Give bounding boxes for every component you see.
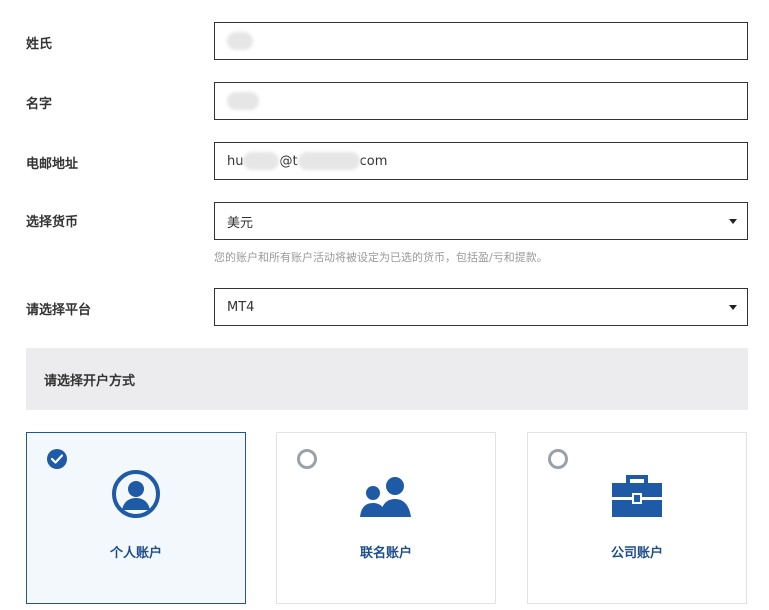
email-label: 电邮地址: [26, 157, 79, 172]
last-name-label: 姓氏: [26, 37, 53, 52]
platform-select[interactable]: MT4: [214, 288, 748, 326]
redacted-text: [243, 152, 280, 170]
account-option-individual[interactable]: 个人账户: [26, 432, 246, 604]
chevron-down-icon: [729, 305, 737, 310]
redacted-text: [297, 152, 360, 170]
email-suffix: com: [359, 153, 388, 169]
currency-select[interactable]: 美元: [214, 202, 748, 240]
account-option-joint[interactable]: 联名账户: [276, 432, 496, 604]
radio-icon[interactable]: [548, 449, 568, 469]
redacted-text: [227, 32, 253, 50]
account-option-label: 个人账户: [109, 546, 162, 561]
email-input[interactable]: hu @t com: [214, 142, 748, 180]
last-name-input[interactable]: [214, 22, 748, 60]
platform-label: 请选择平台: [26, 303, 92, 318]
account-type-title: 请选择开户方式: [44, 373, 136, 389]
first-name-input[interactable]: [214, 82, 748, 120]
email-mid: @t: [279, 153, 298, 169]
email-prefix: hu: [227, 153, 244, 169]
account-option-corporate[interactable]: 公司账户: [527, 432, 747, 604]
user-circle-icon: [111, 469, 161, 523]
first-name-label: 名字: [26, 97, 53, 112]
redacted-text: [227, 92, 259, 110]
account-option-label: 联名账户: [359, 546, 412, 561]
account-type-header: 请选择开户方式: [26, 348, 748, 410]
chevron-down-icon: [729, 219, 737, 224]
account-option-label: 公司账户: [610, 546, 663, 561]
currency-help-text: 您的账户和所有账户活动将被设定为已选的货币，包括盈/亏和提款。: [214, 251, 548, 264]
briefcase-icon: [611, 469, 663, 523]
check-circle-icon[interactable]: [47, 449, 67, 469]
currency-label: 选择货币: [26, 215, 79, 230]
users-icon: [358, 469, 414, 523]
currency-value: 美元: [227, 215, 254, 231]
radio-icon[interactable]: [297, 449, 317, 469]
platform-value: MT4: [227, 299, 255, 315]
